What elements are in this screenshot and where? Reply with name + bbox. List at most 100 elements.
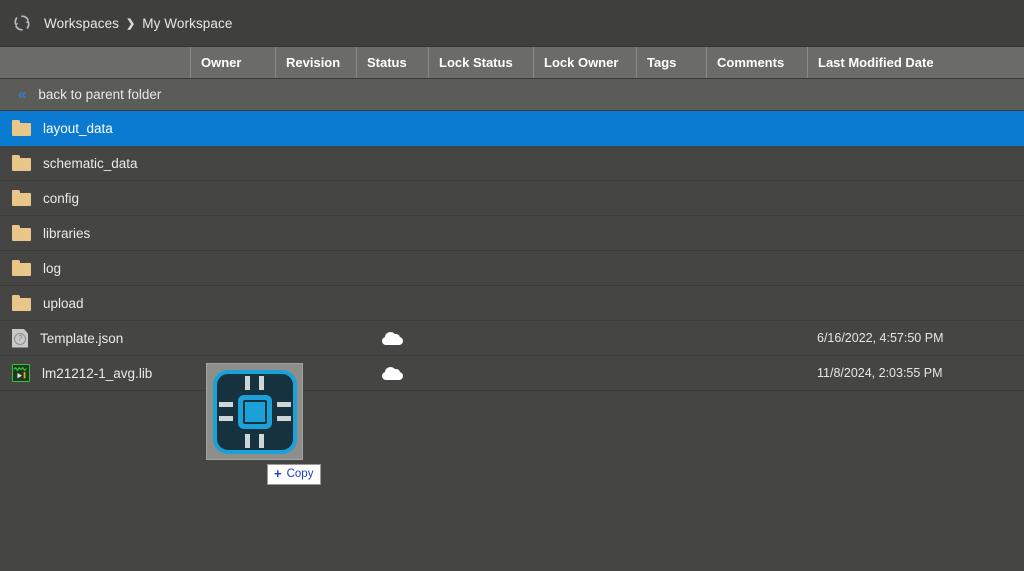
file-browser-app: Workspaces ❯ My Workspace Owner Revision… bbox=[0, 0, 1024, 571]
folder-icon bbox=[12, 225, 31, 241]
cell-modified bbox=[807, 146, 1024, 180]
file-name: config bbox=[43, 190, 80, 206]
drag-copy-label: Copy bbox=[286, 468, 314, 480]
cell-tags bbox=[636, 111, 706, 145]
drag-ghost-image bbox=[206, 363, 303, 460]
cell-lock-owner bbox=[533, 251, 636, 285]
column-header-lock-status[interactable]: Lock Status bbox=[428, 47, 533, 78]
cell-owner bbox=[190, 286, 275, 320]
cell-tags bbox=[636, 146, 706, 180]
cell-lock-status bbox=[428, 111, 533, 145]
cell-lock-owner bbox=[533, 356, 636, 390]
cell-lock-owner bbox=[533, 216, 636, 250]
cell-modified: 6/16/2022, 4:57:50 PM bbox=[817, 331, 944, 345]
breadcrumb-separator-icon: ❯ bbox=[126, 17, 136, 30]
breadcrumb-bar: Workspaces ❯ My Workspace bbox=[0, 0, 1024, 47]
cell-lock-owner bbox=[533, 111, 636, 145]
table-row[interactable]: libraries bbox=[0, 216, 1024, 251]
column-header-tags[interactable]: Tags bbox=[636, 47, 706, 78]
lib-file-icon bbox=[12, 364, 30, 382]
cell-status bbox=[356, 111, 428, 145]
cell-revision bbox=[275, 251, 356, 285]
cell-revision bbox=[275, 111, 356, 145]
folder-icon bbox=[12, 120, 31, 136]
row-name-cell: log bbox=[0, 260, 190, 276]
cell-lock-status bbox=[428, 251, 533, 285]
cell-revision bbox=[275, 181, 356, 215]
breadcrumb-item-my-workspace[interactable]: My Workspace bbox=[142, 16, 232, 31]
cell-modified bbox=[807, 251, 1024, 285]
cell-lock-status bbox=[428, 216, 533, 250]
cell-revision bbox=[275, 286, 356, 320]
column-header-revision[interactable]: Revision bbox=[275, 47, 356, 78]
cell-owner bbox=[190, 111, 275, 145]
cell-comments bbox=[706, 286, 807, 320]
cell-revision bbox=[275, 321, 356, 355]
row-name-cell: layout_data bbox=[0, 120, 190, 136]
file-name: layout_data bbox=[43, 120, 113, 136]
drag-copy-badge: + Copy bbox=[267, 464, 322, 485]
cell-lock-status bbox=[428, 181, 533, 215]
cell-owner bbox=[190, 216, 275, 250]
column-header-comments[interactable]: Comments bbox=[706, 47, 807, 78]
file-name: upload bbox=[43, 295, 84, 311]
row-name-cell: upload bbox=[0, 295, 190, 311]
cell-status bbox=[356, 216, 428, 250]
cell-comments bbox=[706, 146, 807, 180]
cell-tags bbox=[636, 286, 706, 320]
table-row[interactable]: upload bbox=[0, 286, 1024, 321]
column-header-row: Owner Revision Status Lock Status Lock O… bbox=[0, 47, 1024, 79]
cell-comments bbox=[706, 321, 807, 355]
column-header-name[interactable] bbox=[0, 47, 190, 78]
file-name: libraries bbox=[43, 225, 91, 241]
back-to-parent-folder-row[interactable]: « back to parent folder bbox=[0, 79, 1024, 111]
cell-modified bbox=[807, 286, 1024, 320]
cell-lock-status bbox=[428, 321, 533, 355]
file-name: Template.json bbox=[40, 330, 124, 346]
json-file-icon: ? bbox=[12, 328, 28, 348]
row-name-cell: ? Template.json bbox=[0, 328, 190, 348]
table-row[interactable]: lm21212-1_avg.lib 11/8/2024, 2:03:55 PM bbox=[0, 356, 1024, 391]
row-name-cell: libraries bbox=[0, 225, 190, 241]
breadcrumb-item-workspaces[interactable]: Workspaces bbox=[44, 16, 119, 31]
row-name-cell: schematic_data bbox=[0, 155, 190, 171]
column-header-lock-owner[interactable]: Lock Owner bbox=[533, 47, 636, 78]
chip-ic-icon bbox=[212, 369, 297, 454]
cell-modified bbox=[807, 216, 1024, 250]
column-header-last-modified-date[interactable]: Last Modified Date bbox=[807, 47, 1024, 78]
file-name: log bbox=[43, 260, 62, 276]
cell-tags bbox=[636, 216, 706, 250]
cell-comments bbox=[706, 181, 807, 215]
row-name-cell: lm21212-1_avg.lib bbox=[0, 364, 190, 382]
plus-icon: + bbox=[274, 466, 282, 481]
row-name-cell: config bbox=[0, 190, 190, 206]
table-row[interactable]: ? Template.json 6/16/2022, 4:57:50 PM bbox=[0, 321, 1024, 356]
cell-modified: 11/8/2024, 2:03:55 PM bbox=[817, 366, 943, 380]
cell-comments bbox=[706, 111, 807, 145]
file-name: schematic_data bbox=[43, 155, 138, 171]
cell-lock-status bbox=[428, 146, 533, 180]
cell-lock-status bbox=[428, 356, 533, 390]
cell-tags bbox=[636, 356, 706, 390]
table-row[interactable]: log bbox=[0, 251, 1024, 286]
column-header-status[interactable]: Status bbox=[356, 47, 428, 78]
folder-icon bbox=[12, 295, 31, 311]
file-name: lm21212-1_avg.lib bbox=[42, 365, 153, 381]
column-header-owner[interactable]: Owner bbox=[190, 47, 275, 78]
folder-icon bbox=[12, 190, 31, 206]
cell-tags bbox=[636, 181, 706, 215]
cell-status bbox=[356, 321, 428, 355]
table-row[interactable]: schematic_data bbox=[0, 146, 1024, 181]
cell-owner bbox=[190, 146, 275, 180]
cell-modified bbox=[807, 111, 1024, 145]
back-to-parent-folder-label: back to parent folder bbox=[38, 87, 162, 102]
cell-lock-status bbox=[428, 286, 533, 320]
cloud-icon bbox=[381, 366, 403, 380]
table-row[interactable]: layout_data bbox=[0, 111, 1024, 146]
double-chevron-left-icon: « bbox=[18, 86, 26, 103]
cell-revision bbox=[275, 146, 356, 180]
refresh-sync-icon[interactable] bbox=[12, 13, 32, 33]
table-row[interactable]: config bbox=[0, 181, 1024, 216]
cell-status bbox=[356, 146, 428, 180]
cell-owner bbox=[190, 251, 275, 285]
